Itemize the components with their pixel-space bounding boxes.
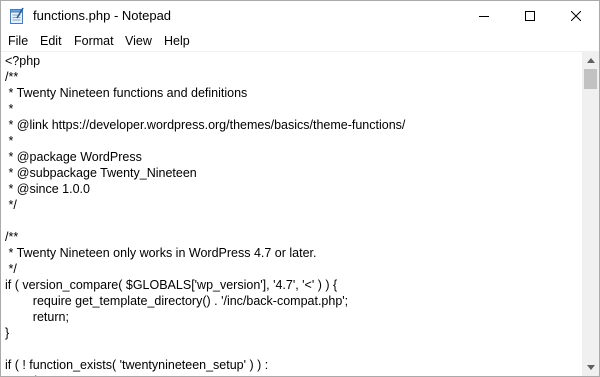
code-line: * Twenty Nineteen functions and definiti… bbox=[5, 86, 248, 100]
vertical-scrollbar[interactable] bbox=[582, 52, 599, 376]
menu-edit[interactable]: Edit bbox=[38, 33, 64, 49]
code-line: * @subpackage Twenty_Nineteen bbox=[5, 166, 197, 180]
code-line: * @package WordPress bbox=[5, 150, 142, 164]
code-line: if ( version_compare( $GLOBALS['wp_versi… bbox=[5, 278, 338, 292]
code-line: */ bbox=[5, 198, 17, 212]
menu-format[interactable]: Format bbox=[72, 33, 116, 49]
chevron-up-icon bbox=[586, 58, 595, 63]
code-line: * @link https://developer.wordpress.org/… bbox=[5, 118, 406, 132]
code-line: * bbox=[5, 134, 14, 148]
window-title: functions.php - Notepad bbox=[33, 8, 172, 23]
notepad-window: functions.php - Notepad File Edit Format… bbox=[0, 0, 600, 377]
code-line: /** bbox=[5, 70, 19, 84]
maximize-button[interactable] bbox=[507, 1, 553, 31]
notepad-icon[interactable] bbox=[9, 7, 25, 25]
close-icon bbox=[571, 11, 581, 21]
text-editor[interactable]: <?php /** * Twenty Nineteen functions an… bbox=[1, 52, 582, 376]
code-line: <?php bbox=[5, 54, 41, 68]
menu-file[interactable]: File bbox=[6, 33, 30, 49]
title-bar[interactable]: functions.php - Notepad bbox=[1, 1, 599, 31]
code-line: */ bbox=[5, 262, 17, 276]
code-line: /** bbox=[5, 230, 19, 244]
close-button[interactable] bbox=[553, 1, 599, 31]
code-line: } bbox=[5, 326, 10, 340]
scroll-down-button[interactable] bbox=[582, 359, 599, 376]
chevron-down-icon bbox=[586, 365, 595, 370]
scroll-thumb[interactable] bbox=[584, 69, 597, 89]
minimize-button[interactable] bbox=[461, 1, 507, 31]
menu-view[interactable]: View bbox=[123, 33, 154, 49]
code-line: * bbox=[5, 102, 14, 116]
code-line: /** bbox=[5, 373, 46, 376]
code-line: * @since 1.0.0 bbox=[5, 182, 90, 196]
code-line: if ( ! function_exists( 'twentynineteen_… bbox=[5, 358, 269, 372]
code-line: require get_template_directory() . '/inc… bbox=[5, 294, 349, 308]
menu-help[interactable]: Help bbox=[162, 33, 192, 49]
code-line: * Twenty Nineteen only works in WordPres… bbox=[5, 246, 317, 260]
minimize-icon bbox=[479, 16, 489, 17]
code-line: return; bbox=[5, 310, 69, 324]
maximize-icon bbox=[525, 11, 535, 21]
scroll-up-button[interactable] bbox=[582, 52, 599, 69]
menu-bar: File Edit Format View Help bbox=[1, 31, 599, 51]
